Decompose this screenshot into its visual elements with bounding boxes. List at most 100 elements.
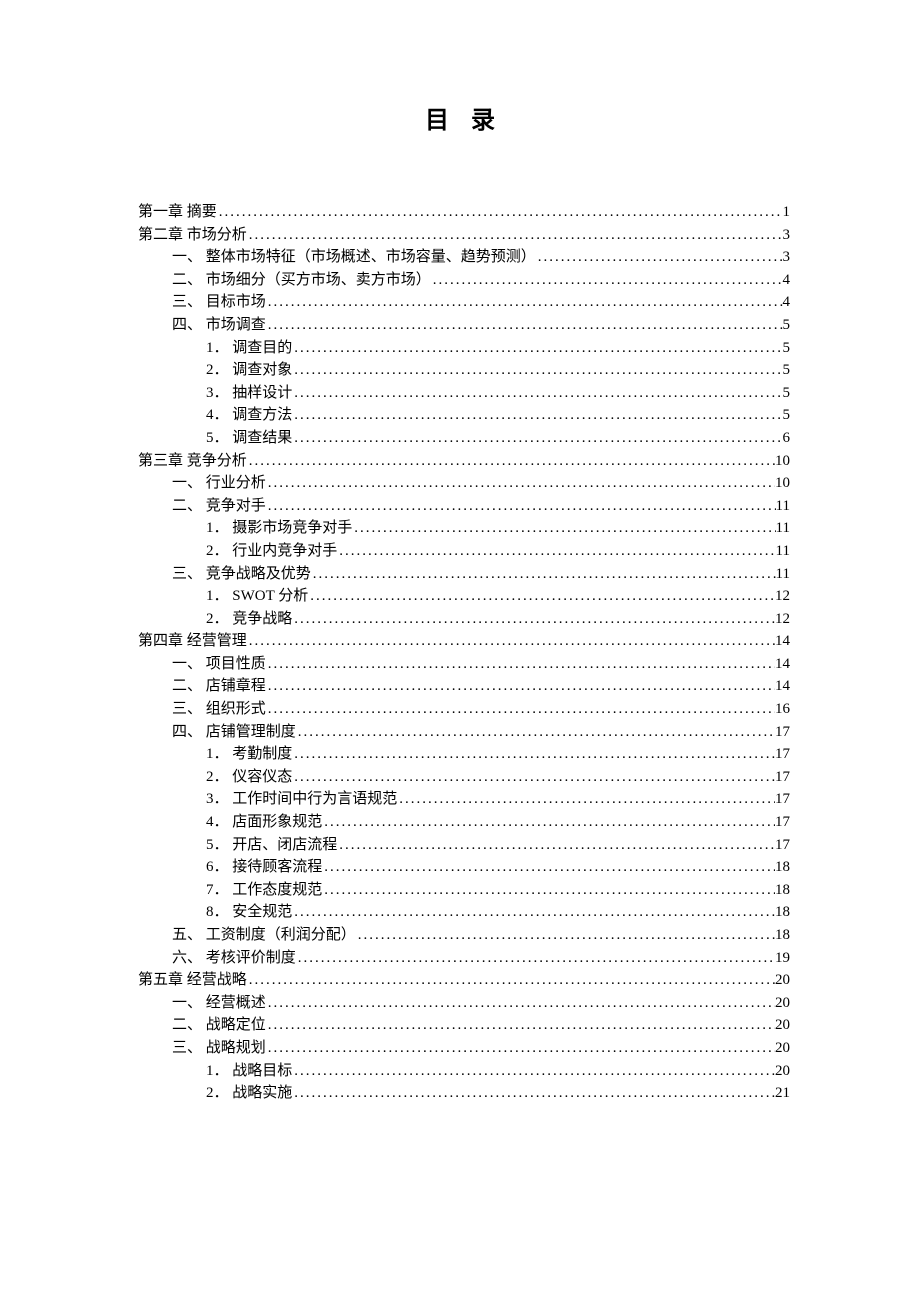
toc-entry: 3． 抽样设计.................................… (138, 382, 790, 405)
toc-entry-label: 第五章 经营战略 (138, 969, 247, 992)
toc-entry-label: 六、 考核评价制度 (172, 947, 296, 970)
toc-entry-leader: ........................................… (292, 1060, 775, 1083)
table-of-contents: 第一章 摘要..................................… (138, 201, 790, 1105)
toc-entry-label: 4． 调查方法 (206, 404, 292, 427)
toc-entry-page: 12 (775, 608, 790, 631)
toc-entry: 7． 工作态度规范...............................… (138, 879, 790, 902)
toc-entry-leader: ........................................… (337, 540, 775, 563)
toc-entry: 一、 经营概述.................................… (138, 992, 790, 1015)
toc-entry: 一、 行业分析.................................… (138, 472, 790, 495)
toc-entry-label: 2． 行业内竞争对手 (206, 540, 337, 563)
toc-entry-page: 17 (775, 721, 790, 744)
toc-entry-label: 三、 组织形式 (172, 698, 266, 721)
toc-entry: 1． 摄影市场竞争对手.............................… (138, 517, 790, 540)
toc-entry-leader: ........................................… (536, 246, 783, 269)
toc-entry-label: 2． 竞争战略 (206, 608, 292, 631)
document-page: 目 录 第一章 摘要..............................… (0, 0, 920, 1302)
toc-entry: 第五章 经营战略................................… (138, 969, 790, 992)
toc-entry: 8． 安全规范.................................… (138, 901, 790, 924)
toc-entry: 5． 开店、闭店流程..............................… (138, 834, 790, 857)
toc-entry: 三、 组织形式.................................… (138, 698, 790, 721)
toc-entry-page: 17 (775, 834, 790, 857)
toc-entry-page: 5 (783, 337, 791, 360)
toc-entry-leader: ........................................… (337, 834, 775, 857)
toc-entry: 2． 行业内竞争对手..............................… (138, 540, 790, 563)
toc-entry-leader: ........................................… (247, 450, 775, 473)
page-title: 目 录 (138, 100, 790, 135)
toc-entry-label: 6． 接待顾客流程 (206, 856, 322, 879)
toc-entry: 五、 工资制度（利润分配）...........................… (138, 924, 790, 947)
toc-entry-label: 一、 项目性质 (172, 653, 266, 676)
toc-entry-label: 一、 整体市场特征（市场概述、市场容量、趋势预测） (172, 246, 536, 269)
toc-entry-page: 20 (775, 1014, 790, 1037)
toc-entry: 3． 工作时间中行为言语规范..........................… (138, 788, 790, 811)
toc-entry-leader: ........................................… (397, 788, 775, 811)
toc-entry-label: 三、 竞争战略及优势 (172, 563, 311, 586)
toc-entry-label: 第三章 竞争分析 (138, 450, 247, 473)
toc-entry: 第三章 竞争分析................................… (138, 450, 790, 473)
toc-entry-label: 2． 仪容仪态 (206, 766, 292, 789)
toc-entry: 一、 项目性质.................................… (138, 653, 790, 676)
toc-entry-label: 第二章 市场分析 (138, 224, 247, 247)
toc-entry-page: 5 (783, 382, 791, 405)
toc-entry-leader: ........................................… (292, 404, 782, 427)
toc-entry: 1． 考勤制度.................................… (138, 743, 790, 766)
toc-entry: 1． 调查目的.................................… (138, 337, 790, 360)
toc-entry-leader: ........................................… (308, 585, 775, 608)
toc-entry: 二、 竞争对手.................................… (138, 495, 790, 518)
toc-entry-page: 16 (775, 698, 790, 721)
toc-entry: 2． 仪容仪态.................................… (138, 766, 790, 789)
toc-entry-label: 1． 摄影市场竞争对手 (206, 517, 352, 540)
toc-entry-leader: ........................................… (266, 1014, 775, 1037)
toc-entry-label: 2． 战略实施 (206, 1082, 292, 1105)
toc-entry: 二、 市场细分（买方市场、卖方市场）......................… (138, 269, 790, 292)
toc-entry-leader: ........................................… (266, 675, 775, 698)
toc-entry-leader: ........................................… (266, 314, 783, 337)
toc-entry-page: 17 (775, 811, 790, 834)
toc-entry: 二、 战略定位.................................… (138, 1014, 790, 1037)
toc-entry-label: 2． 调查对象 (206, 359, 292, 382)
toc-entry-leader: ........................................… (292, 1082, 775, 1105)
toc-entry-page: 14 (775, 675, 790, 698)
toc-entry-page: 11 (776, 495, 790, 518)
toc-entry-label: 4． 店面形象规范 (206, 811, 322, 834)
toc-entry-page: 17 (775, 743, 790, 766)
toc-entry: 1． 战略目标.................................… (138, 1060, 790, 1083)
toc-entry-page: 20 (775, 1037, 790, 1060)
toc-entry-label: 1． 考勤制度 (206, 743, 292, 766)
toc-entry-label: 二、 店铺章程 (172, 675, 266, 698)
toc-entry: 第四章 经营管理................................… (138, 630, 790, 653)
toc-entry-leader: ........................................… (296, 721, 775, 744)
toc-entry-leader: ........................................… (356, 924, 775, 947)
toc-entry-leader: ........................................… (266, 1037, 775, 1060)
toc-entry-page: 10 (775, 472, 790, 495)
toc-entry-leader: ........................................… (292, 766, 775, 789)
toc-entry-page: 11 (776, 517, 790, 540)
toc-entry-leader: ........................................… (266, 472, 775, 495)
toc-entry-page: 19 (775, 947, 790, 970)
toc-entry-leader: ........................................… (247, 969, 775, 992)
toc-entry-page: 17 (775, 788, 790, 811)
toc-entry-leader: ........................................… (217, 201, 783, 224)
toc-entry-page: 14 (775, 630, 790, 653)
toc-entry: 2． 竞争战略.................................… (138, 608, 790, 631)
toc-entry-label: 1． 调查目的 (206, 337, 292, 360)
toc-entry-label: 3． 抽样设计 (206, 382, 292, 405)
toc-entry-page: 10 (775, 450, 790, 473)
toc-entry: 二、 店铺章程.................................… (138, 675, 790, 698)
toc-entry-page: 18 (775, 879, 790, 902)
toc-entry-label: 一、 经营概述 (172, 992, 266, 1015)
toc-entry: 4． 店面形象规范...............................… (138, 811, 790, 834)
toc-entry-page: 18 (775, 924, 790, 947)
toc-entry-label: 一、 行业分析 (172, 472, 266, 495)
toc-entry-leader: ........................................… (292, 337, 782, 360)
toc-entry-page: 4 (783, 291, 791, 314)
toc-entry: 一、 整体市场特征（市场概述、市场容量、趋势预测） ..............… (138, 246, 790, 269)
toc-entry-page: 11 (776, 563, 790, 586)
toc-entry-page: 12 (775, 585, 790, 608)
toc-entry-page: 6 (783, 427, 791, 450)
toc-entry: 第二章 市场分析................................… (138, 224, 790, 247)
toc-entry-page: 18 (775, 856, 790, 879)
toc-entry-label: 四、 市场调查 (172, 314, 266, 337)
toc-entry-label: 二、 竞争对手 (172, 495, 266, 518)
